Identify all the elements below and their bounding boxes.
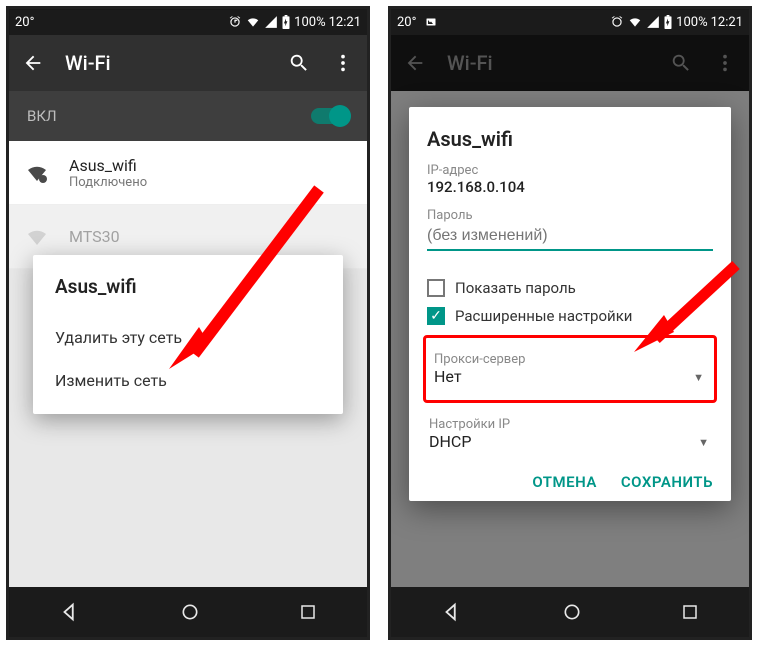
- temperature: 20°: [15, 15, 34, 30]
- dialog-title: Asus_wifi: [55, 275, 321, 298]
- network-name: Asus_wifi: [69, 156, 147, 175]
- cancel-button[interactable]: ОТМЕНА: [532, 473, 597, 491]
- phone-right: 20° 100% 12:21 Wi-Fi: [388, 6, 752, 640]
- proxy-label: Прокси-сервер: [434, 352, 706, 367]
- network-status: Подключено: [69, 175, 147, 190]
- alarm-icon: [228, 15, 242, 29]
- nav-bar: [391, 587, 749, 637]
- screenshot-icon: [424, 16, 438, 28]
- network-name: MTS30: [69, 227, 120, 246]
- signal-icon: [646, 15, 660, 29]
- wifi-switch[interactable]: [311, 108, 349, 124]
- password-input[interactable]: [427, 223, 713, 251]
- page-title: Wi-Fi: [65, 51, 267, 75]
- phone-left: 20° 100% 12:21 Wi-Fi: [6, 6, 370, 640]
- ip-settings-dropdown[interactable]: Настройки IP DHCP ▼: [427, 409, 713, 459]
- ip-settings-value: DHCP: [429, 432, 711, 451]
- wifi-signal-icon: [25, 161, 49, 185]
- nav-back-icon[interactable]: [441, 601, 463, 623]
- ip-address-label: IP-адрес: [427, 163, 713, 178]
- chevron-down-icon: ▼: [693, 371, 704, 384]
- save-button[interactable]: СОХРАНИТЬ: [621, 473, 713, 491]
- nav-recent-icon[interactable]: [681, 603, 699, 621]
- show-password-label: Показать пароль: [455, 279, 576, 297]
- ip-address-value: 192.168.0.104: [427, 178, 713, 196]
- nav-back-icon[interactable]: [59, 601, 81, 623]
- nav-bar: [9, 587, 367, 637]
- nav-home-icon[interactable]: [562, 602, 582, 622]
- dialog-title: Asus_wifi: [427, 127, 713, 151]
- menu-item-modify[interactable]: Изменить сеть: [55, 359, 321, 402]
- network-row-connected[interactable]: Asus_wifi Подключено: [9, 141, 367, 205]
- battery-percent: 100%: [676, 15, 707, 30]
- status-bar: 20° 100% 12:21: [9, 9, 367, 35]
- wifi-icon: [245, 15, 261, 29]
- ip-settings-label: Настройки IP: [429, 417, 711, 432]
- app-bar: Wi-Fi: [9, 35, 367, 91]
- clock: 12:21: [711, 15, 743, 30]
- wifi-signal-icon: [25, 225, 49, 249]
- wifi-toggle-row[interactable]: ВКЛ: [9, 91, 367, 141]
- clock: 12:21: [329, 15, 361, 30]
- proxy-dropdown[interactable]: Прокси-сервер Нет ▼: [432, 344, 708, 394]
- overflow-icon[interactable]: [331, 51, 355, 75]
- toggle-label: ВКЛ: [27, 107, 57, 125]
- battery-icon: [663, 15, 673, 29]
- edit-network-dialog: Asus_wifi IP-адрес 192.168.0.104 Пароль …: [409, 107, 731, 501]
- battery-icon: [281, 15, 291, 29]
- chevron-down-icon: ▼: [698, 436, 709, 449]
- search-icon[interactable]: [287, 51, 311, 75]
- show-password-row[interactable]: Показать пароль: [427, 279, 713, 297]
- proxy-highlight-box: Прокси-сервер Нет ▼: [423, 335, 717, 403]
- password-label: Пароль: [427, 208, 713, 223]
- alarm-icon: [610, 15, 624, 29]
- network-context-menu: Asus_wifi Удалить эту сеть Изменить сеть: [33, 255, 343, 414]
- nav-home-icon[interactable]: [180, 602, 200, 622]
- battery-percent: 100%: [294, 15, 325, 30]
- checkbox-unchecked-icon[interactable]: [427, 279, 445, 297]
- advanced-settings-row[interactable]: ✓ Расширенные настройки: [427, 307, 713, 325]
- signal-icon: [264, 15, 278, 29]
- menu-item-forget[interactable]: Удалить эту сеть: [55, 316, 321, 359]
- back-icon[interactable]: [21, 51, 45, 75]
- checkbox-checked-icon[interactable]: ✓: [427, 307, 445, 325]
- nav-recent-icon[interactable]: [299, 603, 317, 621]
- temperature: 20°: [397, 15, 416, 30]
- status-bar: 20° 100% 12:21: [391, 9, 749, 35]
- wifi-icon: [627, 15, 643, 29]
- proxy-value: Нет: [434, 367, 706, 386]
- advanced-settings-label: Расширенные настройки: [455, 307, 632, 325]
